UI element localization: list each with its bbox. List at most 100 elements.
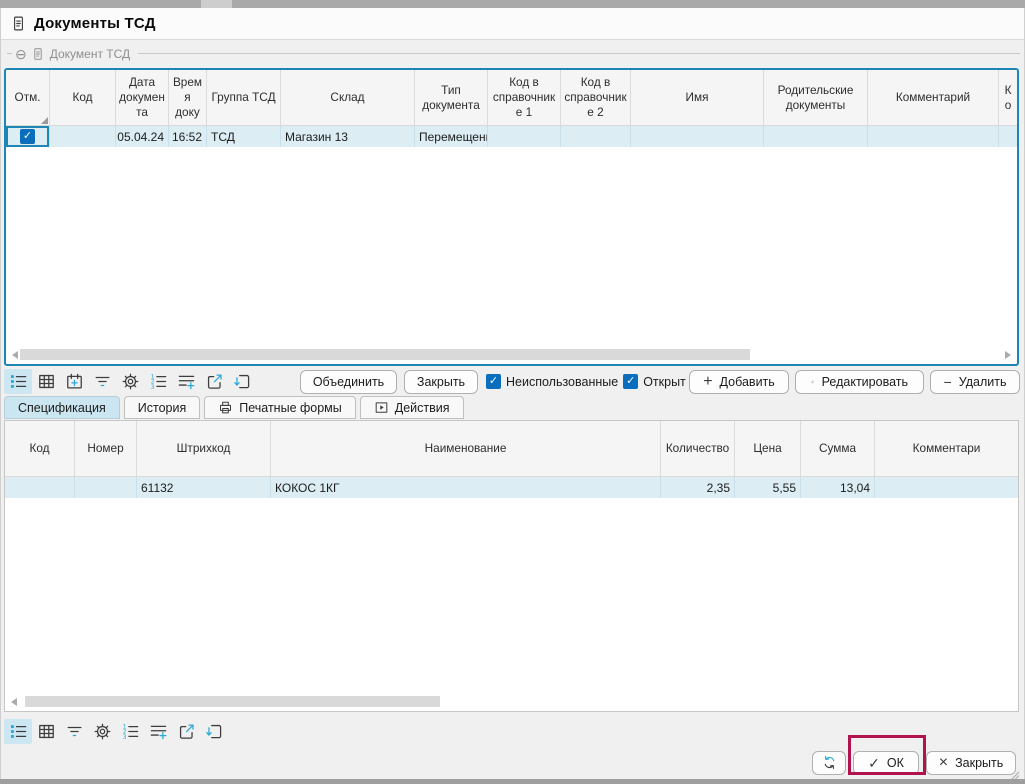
row-checkbox[interactable]: ✓ (20, 129, 35, 144)
delete-button[interactable]: − Удалить (930, 370, 1020, 394)
filter-button[interactable] (60, 719, 88, 744)
column-header-refcode1[interactable]: Код в справочнике 1 (488, 70, 561, 125)
ok-button[interactable]: ✓ ОК (853, 751, 919, 775)
row-comment-cell[interactable] (875, 477, 1018, 498)
column-header-itemname[interactable]: Наименование (271, 421, 661, 476)
group-caption: ⊖ Документ ТСД (1, 40, 1024, 67)
row-date-cell[interactable]: 05.04.24 (116, 126, 169, 147)
view-list-button[interactable] (4, 719, 32, 744)
grid-view-button[interactable] (32, 369, 60, 394)
unused-checkbox-label: Неиспользованные (506, 375, 618, 389)
play-box-icon (374, 400, 389, 415)
row-barcode-cell[interactable]: 61132 (137, 477, 271, 498)
edit-button[interactable]: Редактировать (795, 370, 924, 394)
column-header-comment[interactable]: Комментари (875, 421, 1018, 476)
row-parentdocs-cell[interactable] (764, 126, 868, 147)
row-doctype-cell[interactable]: Перемещени (415, 126, 488, 147)
row-code-cell[interactable] (50, 126, 116, 147)
unused-checkbox[interactable]: ✓ (486, 374, 501, 389)
column-header-comment[interactable]: Комментарий (868, 70, 999, 125)
open-checkbox-row[interactable]: ✓ Открыт (623, 374, 686, 389)
row-time-cell[interactable]: 16:52 (169, 126, 207, 147)
column-header-refcode2[interactable]: Код в справочнике 2 (561, 70, 631, 125)
row-sum-cell[interactable]: 13,04 (801, 477, 875, 498)
documents-table[interactable]: Отм. Код Дата документа Время доку Групп… (4, 68, 1019, 366)
open-checkbox[interactable]: ✓ (623, 374, 638, 389)
calendar-add-button[interactable] (60, 369, 88, 394)
open-external-button[interactable] (200, 369, 228, 394)
title-bar: Документы ТСД (1, 8, 1024, 40)
tab-specification[interactable]: Спецификация (4, 396, 120, 419)
settings-gear-button[interactable] (116, 369, 144, 394)
close-button[interactable]: × Закрыть (926, 751, 1016, 775)
tab-history[interactable]: История (124, 396, 200, 419)
column-header-otm[interactable]: Отм. (6, 70, 50, 125)
column-header-kod[interactable]: Код (50, 70, 116, 125)
column-header-number[interactable]: Номер (75, 421, 137, 476)
row-comment-cell[interactable] (868, 126, 999, 147)
row-itemname-cell[interactable]: КОКОС 1КГ (271, 477, 661, 498)
horizontal-scrollbar[interactable] (8, 348, 1015, 362)
filter-button[interactable] (88, 369, 116, 394)
column-header-price[interactable]: Цена (735, 421, 801, 476)
scrollbar-thumb[interactable] (20, 349, 750, 360)
group-label: Документ ТСД (50, 47, 130, 61)
horizontal-scrollbar[interactable] (7, 695, 1016, 709)
printer-icon (218, 400, 233, 415)
row-refcode1-cell[interactable] (488, 126, 561, 147)
column-header-code[interactable]: Код (5, 421, 75, 476)
scrollbar-thumb[interactable] (25, 696, 440, 707)
documents-toolbar: Объединить Закрыть ✓ Неиспользованные ✓ … (4, 368, 1020, 395)
specification-table[interactable]: Код Номер Штрихкод Наименование Количест… (4, 420, 1019, 712)
scroll-left-arrow[interactable] (11, 698, 17, 706)
column-header-sum[interactable]: Сумма (801, 421, 875, 476)
unused-checkbox-row[interactable]: ✓ Неиспользованные (486, 374, 618, 389)
row-group-cell[interactable]: ТСД (207, 126, 281, 147)
add-to-list-button[interactable] (144, 719, 172, 744)
column-header-clipped[interactable]: Ко (999, 70, 1017, 125)
row-mark-cell[interactable]: ✓ (6, 126, 50, 147)
settings-gear-button[interactable] (88, 719, 116, 744)
column-header-parentdocs[interactable]: Родительские документы (764, 70, 868, 125)
row-number-cell[interactable] (75, 477, 137, 498)
close-documents-button[interactable]: Закрыть (404, 370, 478, 394)
numbered-list-button[interactable] (116, 719, 144, 744)
row-name-cell[interactable] (631, 126, 764, 147)
column-header-barcode[interactable]: Штрихкод (137, 421, 271, 476)
column-header-time[interactable]: Время доку (169, 70, 207, 125)
table-row[interactable]: ✓ 05.04.24 16:52 ТСД Магазин 13 Перемеще… (6, 126, 1017, 147)
add-button[interactable]: + Добавить (689, 370, 789, 394)
reload-button[interactable] (200, 719, 228, 744)
row-quantity-cell[interactable]: 2,35 (661, 477, 735, 498)
scroll-right-arrow[interactable] (1005, 351, 1011, 359)
collapse-icon[interactable]: ⊖ (15, 47, 27, 61)
table-row[interactable]: 61132 КОКОС 1КГ 2,35 5,55 13,04 (5, 477, 1018, 498)
scroll-left-arrow[interactable] (12, 351, 18, 359)
column-header-warehouse[interactable]: Склад (281, 70, 415, 125)
reload-button[interactable] (228, 369, 256, 394)
row-clipped-cell[interactable] (999, 126, 1017, 147)
tab-print-forms[interactable]: Печатные формы (204, 396, 356, 419)
window-top-strip (0, 0, 1025, 8)
column-header-date[interactable]: Дата документа (116, 70, 169, 125)
refresh-icon (821, 754, 838, 771)
column-header-name[interactable]: Имя (631, 70, 764, 125)
add-to-list-button[interactable] (172, 369, 200, 394)
row-code-cell[interactable] (5, 477, 75, 498)
grid-view-button[interactable] (32, 719, 60, 744)
check-icon: ✓ (868, 756, 880, 770)
column-header-doctype[interactable]: Тип документа (415, 70, 488, 125)
row-refcode2-cell[interactable] (561, 126, 631, 147)
column-header-quantity[interactable]: Количество (661, 421, 735, 476)
tab-actions[interactable]: Действия (360, 396, 464, 419)
open-external-button[interactable] (172, 719, 200, 744)
sort-indicator (41, 117, 48, 124)
numbered-list-button[interactable] (144, 369, 172, 394)
divider (7, 53, 12, 54)
column-header-group[interactable]: Группа ТСД (207, 70, 281, 125)
row-price-cell[interactable]: 5,55 (735, 477, 801, 498)
merge-button[interactable]: Объединить (300, 370, 397, 394)
refresh-button[interactable] (812, 751, 846, 775)
row-warehouse-cell[interactable]: Магазин 13 (281, 126, 415, 147)
view-list-button[interactable] (4, 369, 32, 394)
